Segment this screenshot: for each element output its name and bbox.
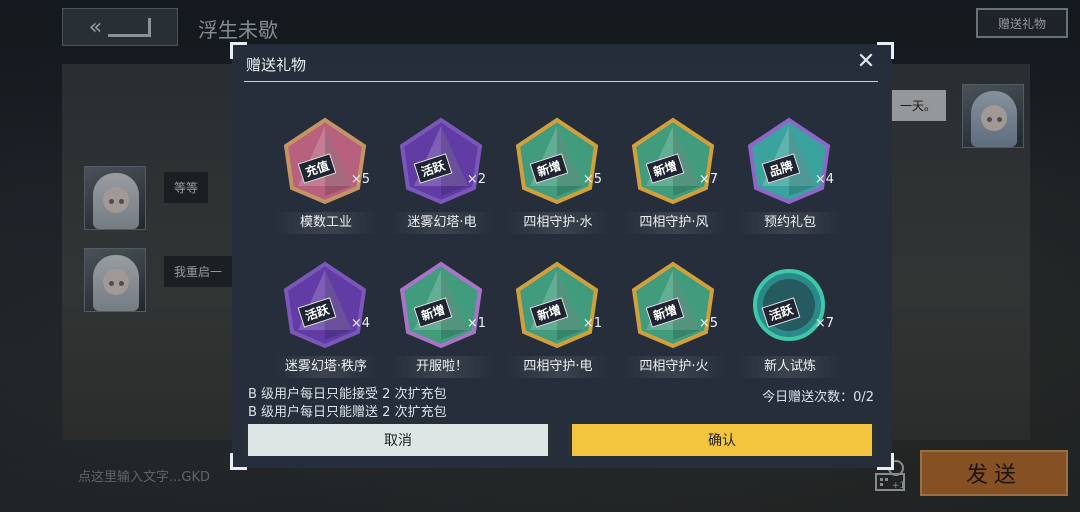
gift-name: 四相守护·风 bbox=[622, 212, 726, 234]
gift-quantity: ×1 bbox=[466, 316, 486, 331]
gift-item[interactable]: 新增 ×1 四相守护·电 bbox=[506, 260, 610, 380]
gift-quantity: ×5 bbox=[350, 172, 370, 187]
close-icon[interactable]: ✕ bbox=[854, 50, 878, 74]
gift-dialog: 赠送礼物 ✕ 充值 ×5 模数工业 活跃 ×2 迷雾幻塔·电 新增 ×5 四相守… bbox=[230, 42, 894, 470]
gift-name: 迷雾幻塔·秩序 bbox=[274, 356, 378, 378]
gift-name: 四相守护·火 bbox=[622, 356, 726, 378]
gift-item[interactable]: 充值 ×5 模数工业 bbox=[274, 116, 378, 236]
limit-note-send: B 级用户每日只能赠送 2 次扩充包 bbox=[248, 405, 447, 420]
limit-note-receive: B 级用户每日只能接受 2 次扩充包 bbox=[248, 387, 447, 402]
gift-item[interactable]: 活跃 ×4 迷雾幻塔·秩序 bbox=[274, 260, 378, 380]
gift-name: 迷雾幻塔·电 bbox=[390, 212, 494, 234]
send-count: 今日赠送次数：0/2 bbox=[762, 390, 874, 405]
gift-name: 新人试炼 bbox=[738, 356, 842, 378]
gift-item[interactable]: 新增 ×5 四相守护·火 bbox=[622, 260, 726, 380]
gift-item[interactable]: 新增 ×7 四相守护·风 bbox=[622, 116, 726, 236]
gift-name: 预约礼包 bbox=[738, 212, 842, 234]
gift-quantity: ×1 bbox=[582, 316, 602, 331]
gift-quantity: ×7 bbox=[814, 316, 834, 331]
limit-notes: B 级用户每日只能接受 2 次扩充包 B 级用户每日只能赠送 2 次扩充包 bbox=[248, 386, 447, 422]
gift-quantity: ×5 bbox=[582, 172, 602, 187]
gift-item[interactable]: 品牌 ×4 预约礼包 bbox=[738, 116, 842, 236]
gift-name: 四相守护·电 bbox=[506, 356, 610, 378]
gift-item[interactable]: 活跃 ×7 新人试炼 bbox=[738, 260, 842, 380]
gift-quantity: ×2 bbox=[466, 172, 486, 187]
dialog-title: 赠送礼物 bbox=[246, 56, 307, 74]
cancel-button[interactable]: 取消 bbox=[244, 424, 552, 456]
divider bbox=[244, 81, 878, 82]
gift-quantity: ×4 bbox=[350, 316, 370, 331]
gift-item[interactable]: 新增 ×1 开服啦！ bbox=[390, 260, 494, 380]
gift-quantity: ×7 bbox=[698, 172, 718, 187]
gift-quantity: ×5 bbox=[698, 316, 718, 331]
gift-name: 模数工业 bbox=[274, 212, 378, 234]
confirm-button[interactable]: 确认 bbox=[568, 424, 876, 456]
gift-quantity: ×4 bbox=[814, 172, 834, 187]
gift-name: 四相守护·水 bbox=[506, 212, 610, 234]
gift-item[interactable]: 活跃 ×2 迷雾幻塔·电 bbox=[390, 116, 494, 236]
gift-name: 开服啦！ bbox=[390, 356, 494, 378]
gift-item[interactable]: 新增 ×5 四相守护·水 bbox=[506, 116, 610, 236]
